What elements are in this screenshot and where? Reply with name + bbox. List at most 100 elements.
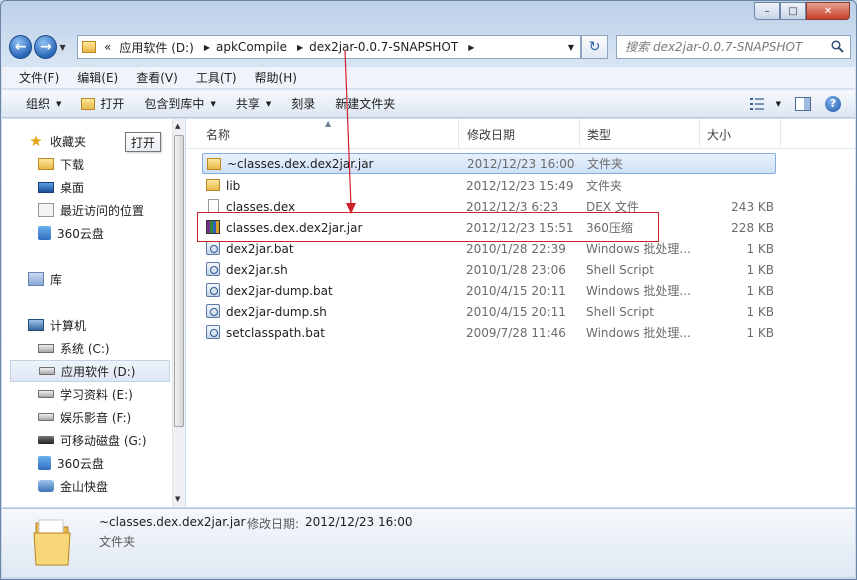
nav-drive-d[interactable]: 应用软件 (D:)	[10, 360, 170, 382]
breadcrumb-dex2jar[interactable]: dex2jar-0.0.7-SNAPSHOT	[307, 40, 464, 54]
drive-icon	[38, 413, 54, 421]
script-icon	[206, 304, 220, 318]
burn-button[interactable]: 刻录	[281, 93, 325, 115]
menu-view[interactable]: 查看(V)	[127, 69, 187, 86]
column-divider[interactable]	[458, 119, 459, 149]
script-icon	[206, 241, 220, 255]
dropdown-arrow-icon: ▼	[775, 99, 781, 108]
breadcrumb-drive-d[interactable]: 应用软件 (D:)	[117, 39, 199, 56]
dropdown-arrow-icon: ▼	[56, 99, 62, 108]
nav-kuaipan[interactable]: 金山快盘	[2, 475, 170, 497]
nav-scrollbar-thumb[interactable]	[174, 135, 184, 427]
nav-desktop[interactable]: 桌面	[2, 176, 170, 198]
table-row[interactable]: dex2jar.sh 2010/1/28 23:06 Shell Script …	[202, 259, 776, 280]
refresh-icon: ↻	[588, 39, 601, 55]
recent-pages-dropdown[interactable]: ▼	[59, 43, 71, 52]
desktop-icon	[38, 181, 54, 193]
table-row[interactable]: dex2jar-dump.bat 2010/4/15 20:11 Windows…	[202, 280, 776, 301]
system-drive-icon	[38, 343, 54, 353]
favorites-star-icon: ★	[29, 132, 43, 150]
nav-scrollbar[interactable]: ▲ ▼	[172, 119, 185, 507]
menu-file[interactable]: 文件(F)	[10, 69, 68, 86]
table-row[interactable]: lib 2012/12/23 15:49 文件夹	[202, 175, 776, 196]
cloud-drive-icon	[38, 456, 51, 470]
column-name[interactable]: 名称	[206, 126, 230, 143]
details-file-name: ~classes.dex.dex2jar.jar	[99, 515, 246, 529]
nav-libraries-label: 库	[50, 272, 63, 287]
file-type: Windows 批处理...	[586, 284, 691, 298]
share-button[interactable]: 共享 ▼	[226, 93, 281, 115]
address-overflow[interactable]: «	[102, 40, 117, 54]
nav-drive-e[interactable]: 学习资料 (E:)	[2, 383, 170, 405]
file-name: dex2jar-dump.bat	[226, 283, 333, 298]
nav-downloads[interactable]: 下载	[2, 153, 170, 175]
maximize-button[interactable]: □	[780, 2, 806, 20]
help-icon[interactable]: ?	[825, 95, 841, 112]
breadcrumb-apkcompile[interactable]: apkCompile	[214, 40, 293, 54]
scroll-down-icon[interactable]: ▼	[175, 495, 180, 503]
sort-ascending-icon: ▲	[325, 119, 332, 128]
nav-computer[interactable]: 计算机	[2, 314, 170, 336]
menu-bar: 文件(F) 编辑(E) 查看(V) 工具(T) 帮助(H)	[2, 67, 855, 89]
file-size: 243 KB	[731, 199, 774, 214]
file-name: lib	[226, 178, 241, 193]
nav-drive-e-label: 学习资料 (E:)	[60, 387, 133, 402]
breadcrumb-separator-icon[interactable]: ▶	[464, 43, 478, 52]
column-headers: ▲ 名称 修改日期 类型 大小	[186, 119, 855, 149]
menu-edit[interactable]: 编辑(E)	[68, 69, 127, 86]
file-name: ~classes.dex.dex2jar.jar	[227, 156, 374, 171]
file-name: dex2jar-dump.sh	[226, 304, 327, 319]
back-button[interactable]: ←	[9, 35, 33, 59]
nav-360-cloud[interactable]: 360云盘	[2, 222, 170, 244]
file-size: 1 KB	[746, 241, 774, 256]
nav-drive-f[interactable]: 娱乐影音 (F:)	[2, 406, 170, 428]
menu-tools[interactable]: 工具(T)	[187, 69, 246, 86]
new-folder-button[interactable]: 新建文件夹	[325, 93, 405, 115]
column-divider[interactable]	[699, 119, 700, 149]
forward-button[interactable]: →	[34, 35, 58, 59]
file-name: setclasspath.bat	[226, 325, 325, 340]
table-row[interactable]: ~classes.dex.dex2jar.jar 2012/12/23 16:0…	[202, 153, 776, 174]
search-input[interactable]	[625, 40, 831, 54]
dropdown-arrow-icon: ▼	[210, 99, 216, 108]
view-options-button[interactable]: ▼	[749, 97, 781, 110]
address-bar[interactable]: « 应用软件 (D:) ▶ apkCompile ▶ dex2jar-0.0.7…	[77, 35, 582, 59]
open-button[interactable]: 打开	[71, 93, 134, 115]
search-icon[interactable]	[831, 40, 844, 53]
menu-help[interactable]: 帮助(H)	[246, 69, 306, 86]
open-folder-icon	[81, 97, 96, 110]
file-type: 文件夹	[586, 179, 623, 193]
column-size[interactable]: 大小	[707, 126, 731, 143]
script-icon	[206, 325, 220, 339]
script-icon	[206, 262, 220, 276]
table-row[interactable]: setclasspath.bat 2009/7/28 11:46 Windows…	[202, 322, 776, 343]
column-date[interactable]: 修改日期	[467, 126, 515, 143]
nav-360-cloud-2[interactable]: 360云盘	[2, 452, 170, 474]
column-divider[interactable]	[579, 119, 580, 149]
details-view-icon	[749, 97, 764, 110]
breadcrumb-separator-icon[interactable]: ▶	[293, 43, 307, 52]
refresh-button[interactable]: ↻	[581, 35, 609, 59]
file-type: Shell Script	[586, 304, 654, 319]
preview-pane-icon[interactable]	[795, 96, 811, 111]
nav-cloud-label: 360云盘	[57, 226, 104, 241]
file-size: 228 KB	[731, 220, 774, 235]
close-button[interactable]: ✕	[806, 2, 850, 20]
nav-libraries[interactable]: 库	[2, 268, 170, 290]
folder-icon	[206, 179, 220, 191]
minimize-button[interactable]: –	[754, 2, 780, 20]
organize-button[interactable]: 组织 ▼	[16, 93, 71, 115]
breadcrumb-separator-icon[interactable]: ▶	[200, 43, 214, 52]
include-in-library-button[interactable]: 包含到库中 ▼	[134, 93, 225, 115]
nav-drive-c[interactable]: 系统 (C:)	[2, 337, 170, 359]
address-history-dropdown[interactable]: ▼	[568, 43, 574, 52]
column-divider[interactable]	[780, 119, 781, 149]
nav-drive-g[interactable]: 可移动磁盘 (G:)	[2, 429, 170, 451]
search-box[interactable]	[616, 35, 852, 59]
scroll-up-icon[interactable]: ▲	[175, 122, 180, 130]
file-date: 2010/1/28 22:39	[466, 241, 566, 256]
column-type[interactable]: 类型	[587, 126, 611, 143]
file-name: dex2jar.bat	[226, 241, 294, 256]
nav-recent-places[interactable]: 最近访问的位置	[2, 199, 170, 221]
table-row[interactable]: dex2jar-dump.sh 2010/4/15 20:11 Shell Sc…	[202, 301, 776, 322]
